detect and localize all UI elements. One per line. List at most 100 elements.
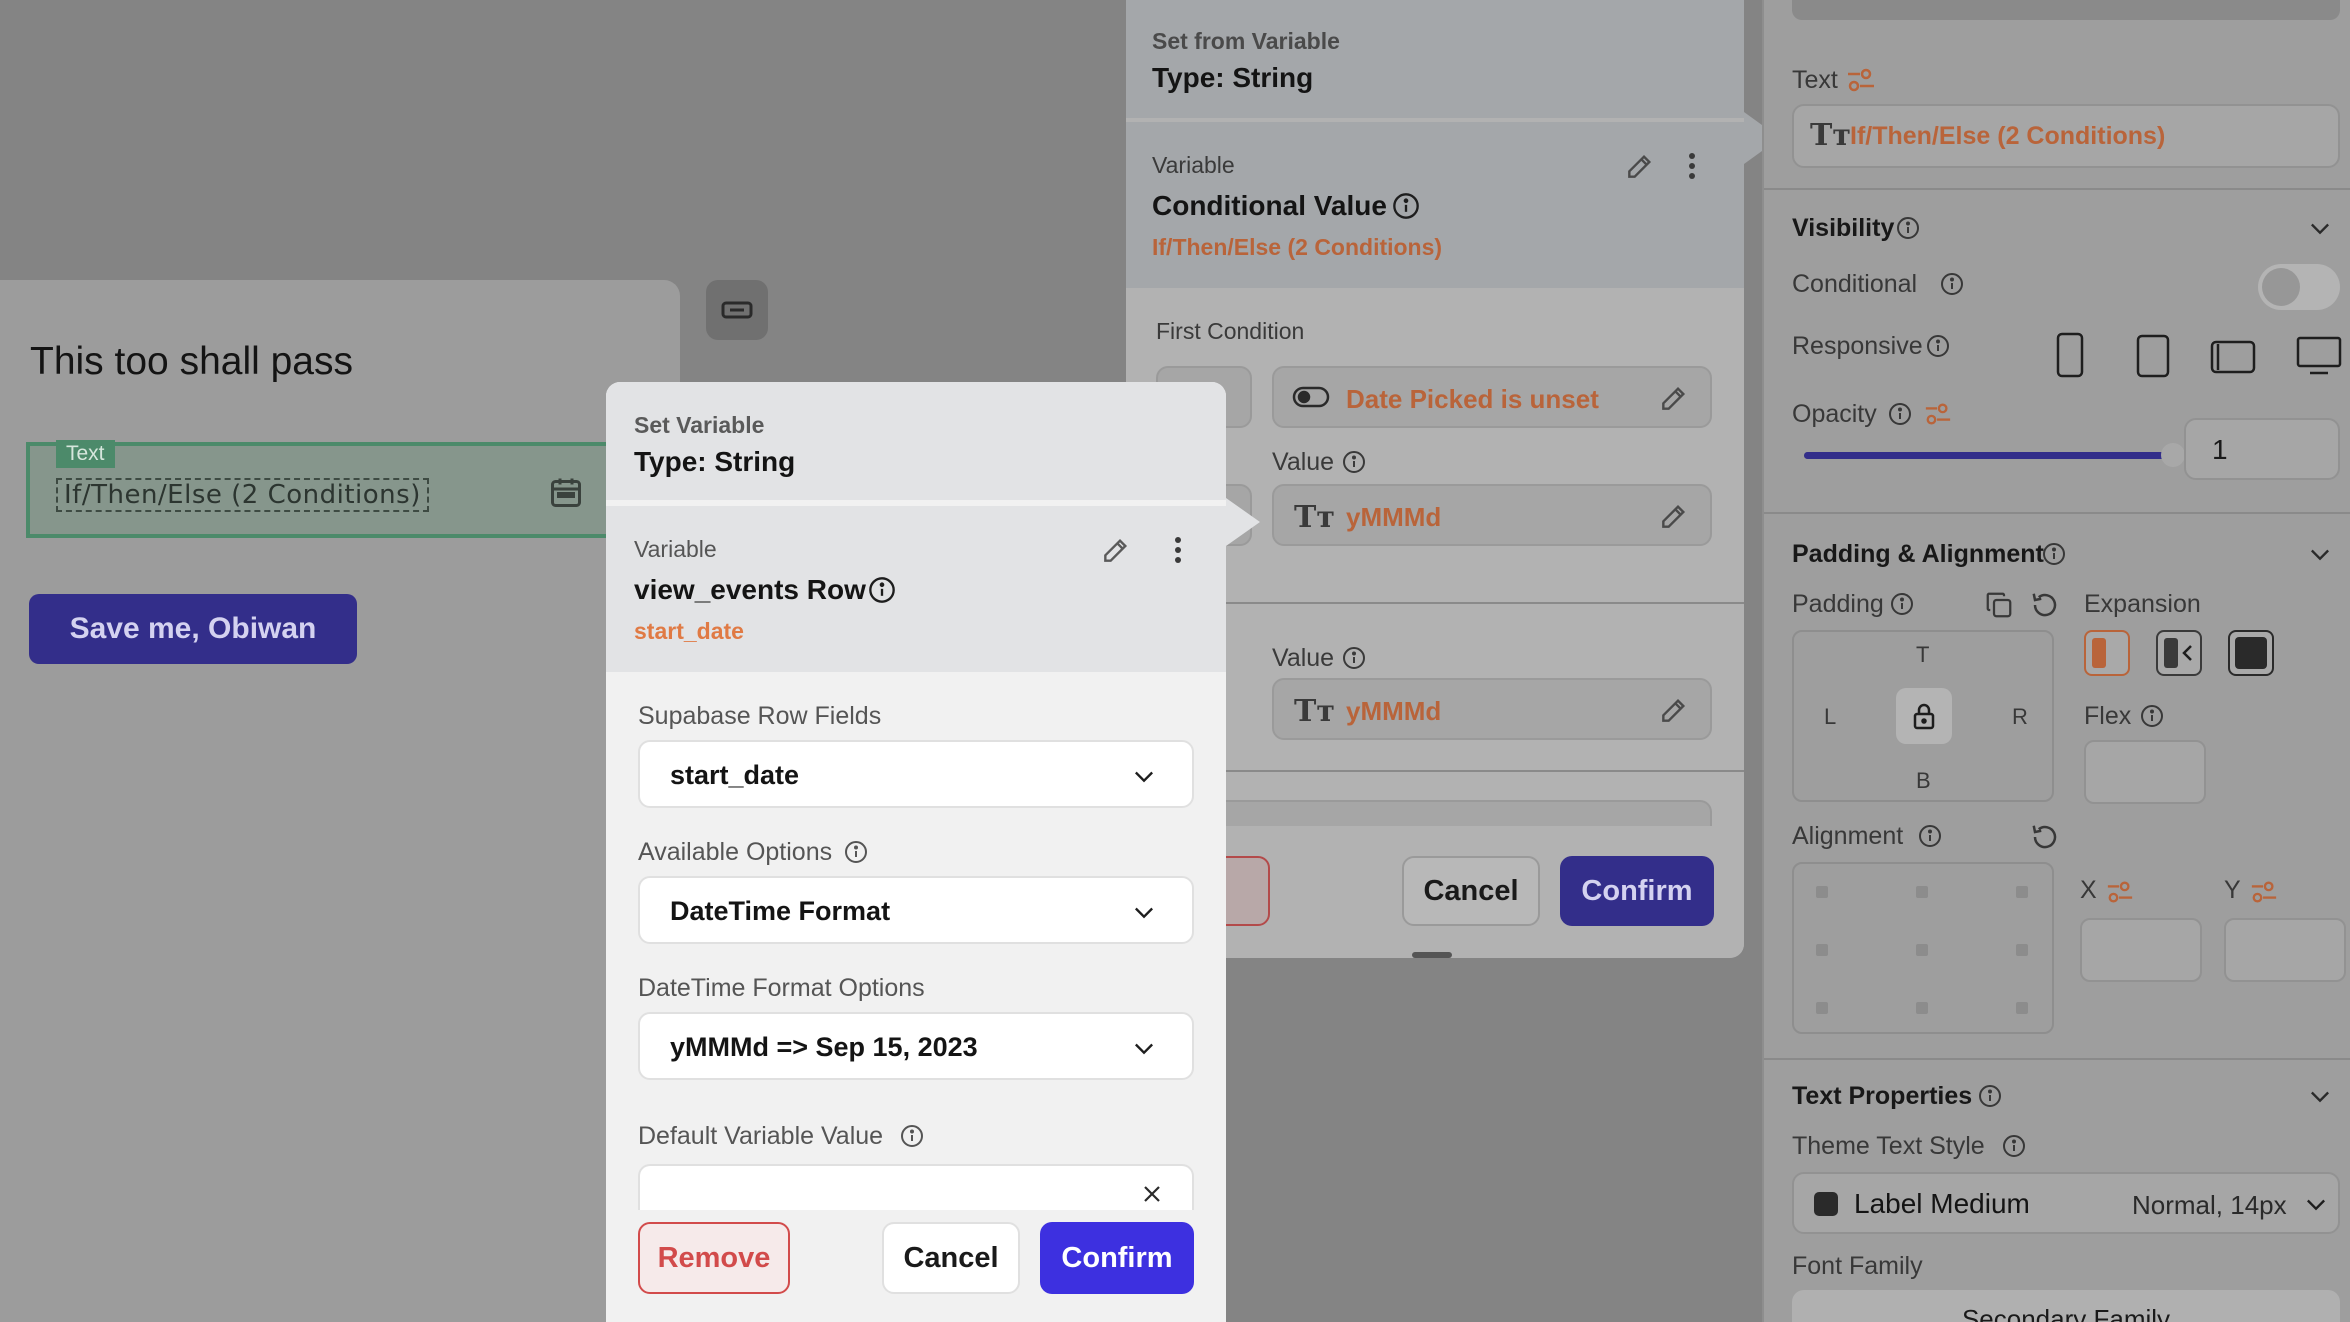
widget-toolbar-button[interactable] — [706, 280, 768, 340]
opacity-input[interactable]: 1 — [2184, 418, 2340, 480]
default-value-label: Default Variable Value — [638, 1122, 884, 1150]
padding-top: T — [1916, 642, 1930, 667]
expansion-fixed-button[interactable] — [2084, 630, 2130, 676]
opacity-slider-thumb[interactable] — [2160, 443, 2185, 467]
edit-icon[interactable] — [1658, 500, 1690, 532]
default-value-input[interactable] — [638, 1164, 1194, 1212]
save-button[interactable]: Save me, Obiwan — [29, 594, 357, 664]
expansion-expanded-button[interactable] — [2228, 630, 2274, 676]
edit-icon[interactable] — [1658, 382, 1690, 414]
variable-source: If/Then/Else (2 Conditions) — [1152, 234, 1443, 260]
info-icon — [844, 840, 868, 864]
lock-icon[interactable] — [1896, 688, 1952, 744]
value-field[interactable]: Tт yMMMd — [1272, 678, 1712, 740]
theme-text-style-select[interactable]: Label Medium Normal, 14px — [1792, 1172, 2340, 1234]
reset-icon[interactable] — [2030, 822, 2060, 852]
font-family-label: Font Family — [1792, 1252, 1923, 1280]
cancel-button[interactable]: Cancel — [882, 1222, 1020, 1294]
expansion-flex-button[interactable] — [2156, 630, 2202, 676]
tablet-landscape-icon[interactable] — [2210, 340, 2256, 374]
flex-input[interactable] — [2084, 740, 2206, 804]
condition-text: Date Picked is unset — [1346, 384, 1599, 414]
info-icon — [1890, 592, 1914, 616]
page-heading: This too shall pass — [30, 340, 353, 383]
y-input[interactable] — [2224, 918, 2346, 982]
desktop-icon[interactable] — [2296, 336, 2342, 376]
condition-field[interactable]: Date Picked is unset — [1272, 366, 1712, 428]
canvas-card — [0, 280, 680, 1322]
chevron-down-icon — [2302, 1190, 2330, 1218]
row-fields-select[interactable]: start_date — [638, 740, 1194, 808]
opacity-slider[interactable] — [1804, 443, 2185, 467]
copy-icon[interactable] — [1984, 590, 2014, 620]
alignment-dot[interactable] — [1816, 886, 1828, 898]
available-options-select[interactable]: DateTime Format — [638, 876, 1194, 944]
variable-label: Variable — [1152, 152, 1235, 178]
alignment-dot[interactable] — [1916, 944, 1928, 956]
info-icon — [1888, 402, 1912, 426]
variable-binding-icon[interactable] — [2250, 878, 2278, 906]
top-button-remnant[interactable] — [1792, 0, 2340, 20]
divider — [1764, 188, 2350, 190]
variable-name: view_events Row — [634, 574, 866, 605]
conditional-toggle[interactable] — [2258, 264, 2340, 310]
reset-icon[interactable] — [2030, 590, 2060, 620]
info-icon — [1978, 1084, 2002, 1108]
textfield-icon — [721, 301, 753, 319]
alignment-dot[interactable] — [1816, 1002, 1828, 1014]
set-variable-modal: Set Variable Type: String Variable view_… — [606, 382, 1226, 1322]
opacity-label: Opacity — [1792, 400, 1877, 428]
padding-label: Padding — [1792, 590, 1884, 618]
edit-icon[interactable] — [1624, 150, 1656, 182]
theme-text-style-label: Theme Text Style — [1792, 1132, 1985, 1160]
tablet-icon[interactable] — [2136, 334, 2170, 378]
remove-button[interactable]: Remove — [638, 1222, 790, 1294]
alignment-dot[interactable] — [2016, 1002, 2028, 1014]
padding-right: R — [2012, 704, 2028, 729]
chevron-down-icon[interactable] — [2306, 540, 2334, 568]
info-icon — [2002, 1134, 2026, 1158]
more-vertical-icon[interactable] — [1172, 534, 1184, 566]
panel-header: Set from Variable Type: String — [1126, 0, 1744, 118]
divider — [1764, 1058, 2350, 1060]
edit-icon[interactable] — [1658, 694, 1690, 726]
chevron-down-icon — [1130, 762, 1158, 790]
padding-box[interactable]: T L R B — [1792, 630, 2054, 802]
datetime-options-select[interactable]: yMMMd => Sep 15, 2023 — [638, 1012, 1194, 1080]
alignment-dot[interactable] — [1816, 944, 1828, 956]
properties-panel: Text Tт If/Then/Else (2 Conditions) Visi… — [1762, 0, 2350, 1322]
drag-handle[interactable] — [1412, 952, 1452, 958]
variable-binding-icon[interactable] — [1846, 66, 1876, 94]
chevron-down-icon — [1130, 898, 1158, 926]
phone-icon[interactable] — [2056, 332, 2084, 378]
text-value-field[interactable]: Tт If/Then/Else (2 Conditions) — [1792, 104, 2340, 168]
alignment-dot[interactable] — [1916, 886, 1928, 898]
variable-name: Conditional Value — [1152, 190, 1387, 221]
alignment-dot[interactable] — [2016, 886, 2028, 898]
alignment-grid[interactable] — [1792, 862, 2054, 1034]
variable-binding-icon[interactable] — [1924, 400, 1952, 428]
alignment-dot[interactable] — [1916, 1002, 1928, 1014]
value-text: yMMMd — [1346, 696, 1442, 726]
clear-icon[interactable] — [1140, 1182, 1164, 1206]
text-widget-value: If/Then/Else (2 Conditions) — [56, 478, 429, 512]
text-widget[interactable]: Text If/Then/Else (2 Conditions) — [26, 440, 612, 538]
value-field[interactable]: Tт yMMMd — [1272, 484, 1712, 546]
chevron-down-icon[interactable] — [2306, 214, 2334, 242]
info-icon — [1342, 646, 1366, 670]
datetime-options-label: DateTime Format Options — [638, 974, 925, 1002]
more-vertical-icon[interactable] — [1686, 150, 1698, 182]
info-icon — [1392, 192, 1420, 220]
confirm-button[interactable]: Confirm — [1560, 856, 1714, 926]
value-label: Value — [1272, 448, 1335, 476]
font-family-select[interactable]: Secondary Family — [1792, 1290, 2340, 1322]
confirm-button[interactable]: Confirm — [1040, 1222, 1194, 1294]
alignment-dot[interactable] — [2016, 944, 2028, 956]
chevron-down-icon[interactable] — [2306, 1082, 2334, 1110]
padding-left: L — [1824, 704, 1837, 729]
x-input[interactable] — [2080, 918, 2202, 982]
cancel-button[interactable]: Cancel — [1402, 856, 1540, 926]
edit-icon[interactable] — [1100, 534, 1132, 566]
toggle-knob — [2262, 268, 2300, 306]
variable-binding-icon[interactable] — [2106, 878, 2134, 906]
